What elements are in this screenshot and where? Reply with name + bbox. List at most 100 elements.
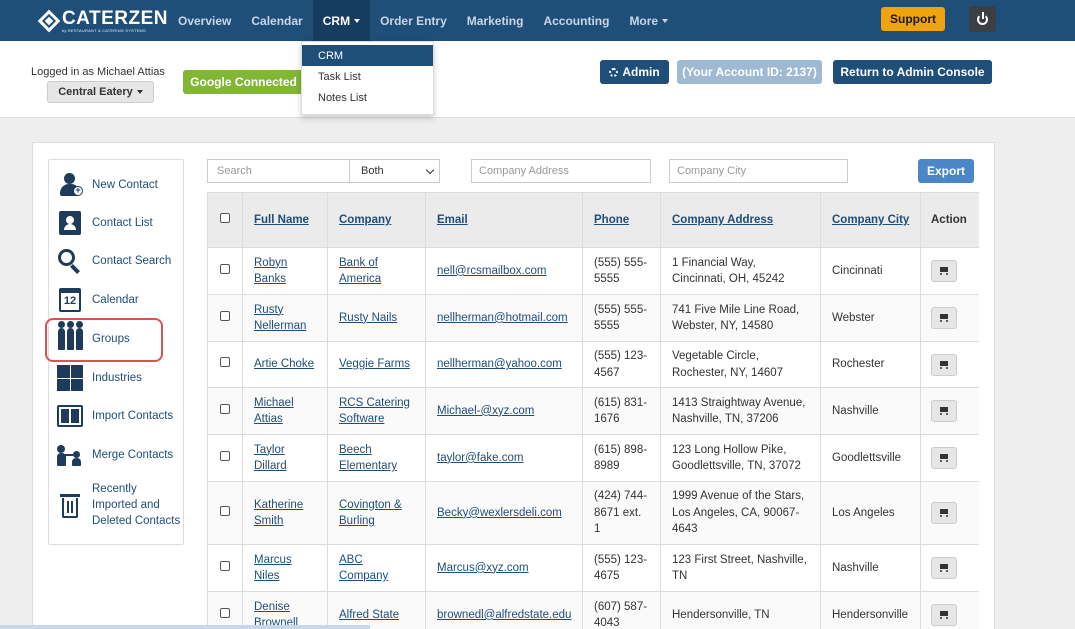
row-checkbox[interactable] <box>220 560 230 571</box>
nav-marketing[interactable]: Marketing <box>457 0 534 41</box>
industries-icon <box>57 365 83 391</box>
create-order-button[interactable] <box>931 400 957 422</box>
email-cell: Michael-@xyz.com <box>425 387 583 435</box>
contact-name-link[interactable]: Marcus Niles <box>254 554 292 583</box>
create-order-button[interactable] <box>931 447 957 469</box>
sort-company-link[interactable]: Company <box>339 214 391 226</box>
header-email: Email <box>425 192 583 248</box>
phone-cell: (615) 831- 1676 <box>582 387 661 435</box>
company-address-input[interactable] <box>471 159 651 183</box>
email-link[interactable]: Marcus@xyz.com <box>437 562 529 574</box>
company-cell: Veggie Farms <box>327 341 426 388</box>
company-link[interactable]: Veggie Farms <box>339 358 410 370</box>
sidebar-item-import-contacts[interactable]: Import Contacts <box>56 402 173 430</box>
logout-button[interactable] <box>969 6 996 32</box>
contact-book-icon <box>59 211 81 235</box>
menu-item-task-list[interactable]: Task List <box>302 66 433 87</box>
nav-more[interactable]: More <box>619 0 678 41</box>
company-link[interactable]: ABC Company <box>339 554 388 583</box>
nav-accounting[interactable]: Accounting <box>533 0 619 41</box>
account-id-button[interactable]: (Your Account ID: 2137) <box>677 60 822 84</box>
email-link[interactable]: nellherman@yahoo.com <box>437 358 562 370</box>
horizontal-scrollbar[interactable] <box>0 625 370 629</box>
table-row: Marcus Niles ABC Company Marcus@xyz.com (555)… <box>207 544 979 592</box>
nav-order-entry[interactable]: Order Entry <box>370 0 457 41</box>
row-checkbox[interactable] <box>220 450 230 461</box>
google-connected-button[interactable]: Google Connected <box>183 70 304 94</box>
sidebar-item-new-contact[interactable]: + New Contact <box>56 171 158 199</box>
email-link[interactable]: taylor@fake.com <box>437 452 523 464</box>
search-person-icon <box>58 249 82 274</box>
sort-company-city-link[interactable]: Company City <box>832 214 909 226</box>
sort-full-name-link[interactable]: Full Name <box>254 214 309 226</box>
email-link[interactable]: brownedl@alfredstate.edu <box>437 609 571 621</box>
location-dropdown[interactable]: Central Eatery <box>47 81 154 103</box>
phone-cell: (607) 587- 4043 <box>582 591 661 629</box>
row-checkbox[interactable] <box>220 357 230 368</box>
row-checkbox[interactable] <box>220 403 230 414</box>
search-input[interactable] <box>207 159 350 183</box>
admin-button[interactable]: Admin <box>600 60 669 84</box>
nav-crm[interactable]: CRM <box>312 0 371 41</box>
support-button[interactable]: Support <box>881 7 945 31</box>
phone-cell: (615) 898- 8989 <box>582 434 661 482</box>
sidebar-item-industries[interactable]: Industries <box>56 364 142 392</box>
contact-name-link[interactable]: Taylor Dillard <box>254 444 287 473</box>
caret-down-icon <box>662 18 669 23</box>
action-cell <box>920 387 979 435</box>
groups-highlight-annotation <box>45 318 163 362</box>
contact-name-link[interactable]: Robyn Banks <box>254 257 287 286</box>
menu-item-crm[interactable]: CRM <box>302 45 433 66</box>
row-checkbox[interactable] <box>220 505 230 516</box>
action-cell <box>920 341 979 388</box>
create-order-button[interactable] <box>931 353 957 376</box>
contact-name-link[interactable]: Katherine Smith <box>254 499 303 528</box>
company-city-input[interactable] <box>669 159 848 183</box>
row-checkbox[interactable] <box>220 607 230 618</box>
row-checkbox[interactable] <box>220 310 230 321</box>
search-scope-select[interactable]: Both <box>349 159 440 183</box>
company-link[interactable]: Rusty Nails <box>339 312 397 324</box>
company-city-cell: Nashville <box>820 387 921 435</box>
company-link[interactable]: RCS Catering Software <box>339 397 410 426</box>
email-link[interactable]: Michael-@xyz.com <box>437 405 534 417</box>
sort-phone-link[interactable]: Phone <box>594 214 629 226</box>
sort-company-address-link[interactable]: Company Address <box>672 214 773 226</box>
company-city-cell: Cincinnati <box>820 247 921 295</box>
contact-name-link[interactable]: Artie Choke <box>254 358 314 370</box>
contact-name-link[interactable]: Rusty Nellerman <box>254 304 306 333</box>
email-cell: Marcus@xyz.com <box>425 544 583 592</box>
sidebar-item-recently-imported-deleted[interactable]: Recently Imported and Deleted Contacts <box>56 481 180 529</box>
table-row: Katherine Smith Covington & Burling Becky@we… <box>207 481 979 545</box>
sidebar-item-contact-search[interactable]: Contact Search <box>56 247 171 275</box>
sidebar-item-calendar[interactable]: 12 Calendar <box>56 286 139 314</box>
row-checkbox[interactable] <box>220 263 230 274</box>
brand-logo[interactable]: CATERZEN by RESTAURANT & CATERING SYSTEM… <box>0 0 168 41</box>
create-order-button[interactable] <box>931 557 957 579</box>
company-address-cell: 1413 Straightway Avenue, Nashville, TN, 3… <box>660 387 821 435</box>
create-order-button[interactable] <box>931 307 957 329</box>
email-link[interactable]: nell@rcsmailbox.com <box>437 265 546 277</box>
export-button[interactable]: Export <box>918 159 974 183</box>
company-link[interactable]: Bank of America <box>339 257 381 286</box>
company-link[interactable]: Beech Elementary <box>339 444 397 473</box>
shopping-cart-icon <box>939 407 949 415</box>
nav-overview[interactable]: Overview <box>168 0 241 41</box>
company-link[interactable]: Alfred State <box>339 609 399 621</box>
contact-name-link[interactable]: Michael Attias <box>254 397 294 426</box>
create-order-button[interactable] <box>931 502 957 524</box>
company-link[interactable]: Covington & Burling <box>339 499 402 528</box>
create-order-button[interactable] <box>931 260 957 282</box>
email-link[interactable]: Becky@wexlersdeli.com <box>437 507 562 519</box>
sort-email-link[interactable]: Email <box>437 214 468 226</box>
select-all-checkbox[interactable] <box>220 212 230 223</box>
nav-calendar[interactable]: Calendar <box>241 0 312 41</box>
email-link[interactable]: nellherman@hotmail.com <box>437 312 568 324</box>
return-admin-console-button[interactable]: Return to Admin Console <box>833 60 992 84</box>
sidebar-item-contact-list[interactable]: Contact List <box>56 209 153 237</box>
calendar-icon: 12 <box>59 288 81 312</box>
create-order-button[interactable] <box>931 604 957 626</box>
menu-item-notes-list[interactable]: Notes List <box>302 87 433 108</box>
sidebar-item-merge-contacts[interactable]: Merge Contacts <box>56 441 173 469</box>
table-row: Denise Brownell Alfred State brownedl@alfre… <box>207 591 979 629</box>
